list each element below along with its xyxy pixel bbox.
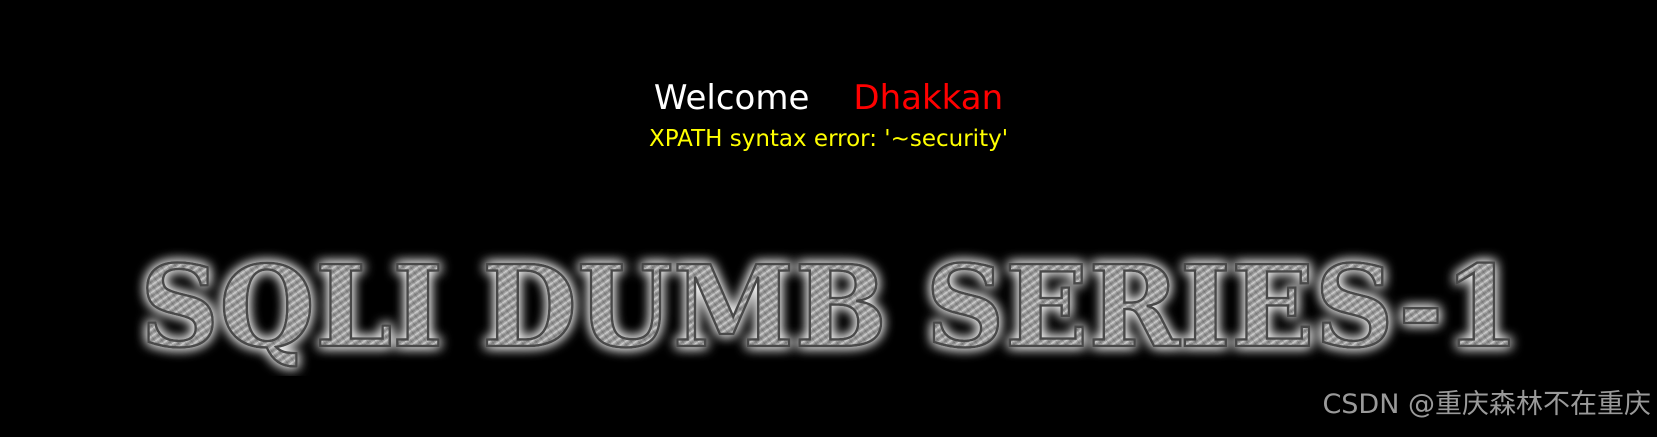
- banner-title: SQLI DUMB SERIES-1: [140, 242, 1520, 373]
- welcome-greeting: Welcome: [653, 78, 810, 118]
- page: Welcome Dhakkan XPATH syntax error: '~sec…: [0, 0, 1657, 437]
- banner-logo-image: SQLI DUMB SERIES-1: [85, 236, 1575, 376]
- welcome-message: Welcome Dhakkan: [0, 76, 1657, 120]
- username-display: Dhakkan: [853, 78, 1004, 118]
- watermark: CSDN @重庆森林不在重庆: [1322, 389, 1651, 420]
- error-message: XPATH syntax error: '~security': [648, 126, 1009, 152]
